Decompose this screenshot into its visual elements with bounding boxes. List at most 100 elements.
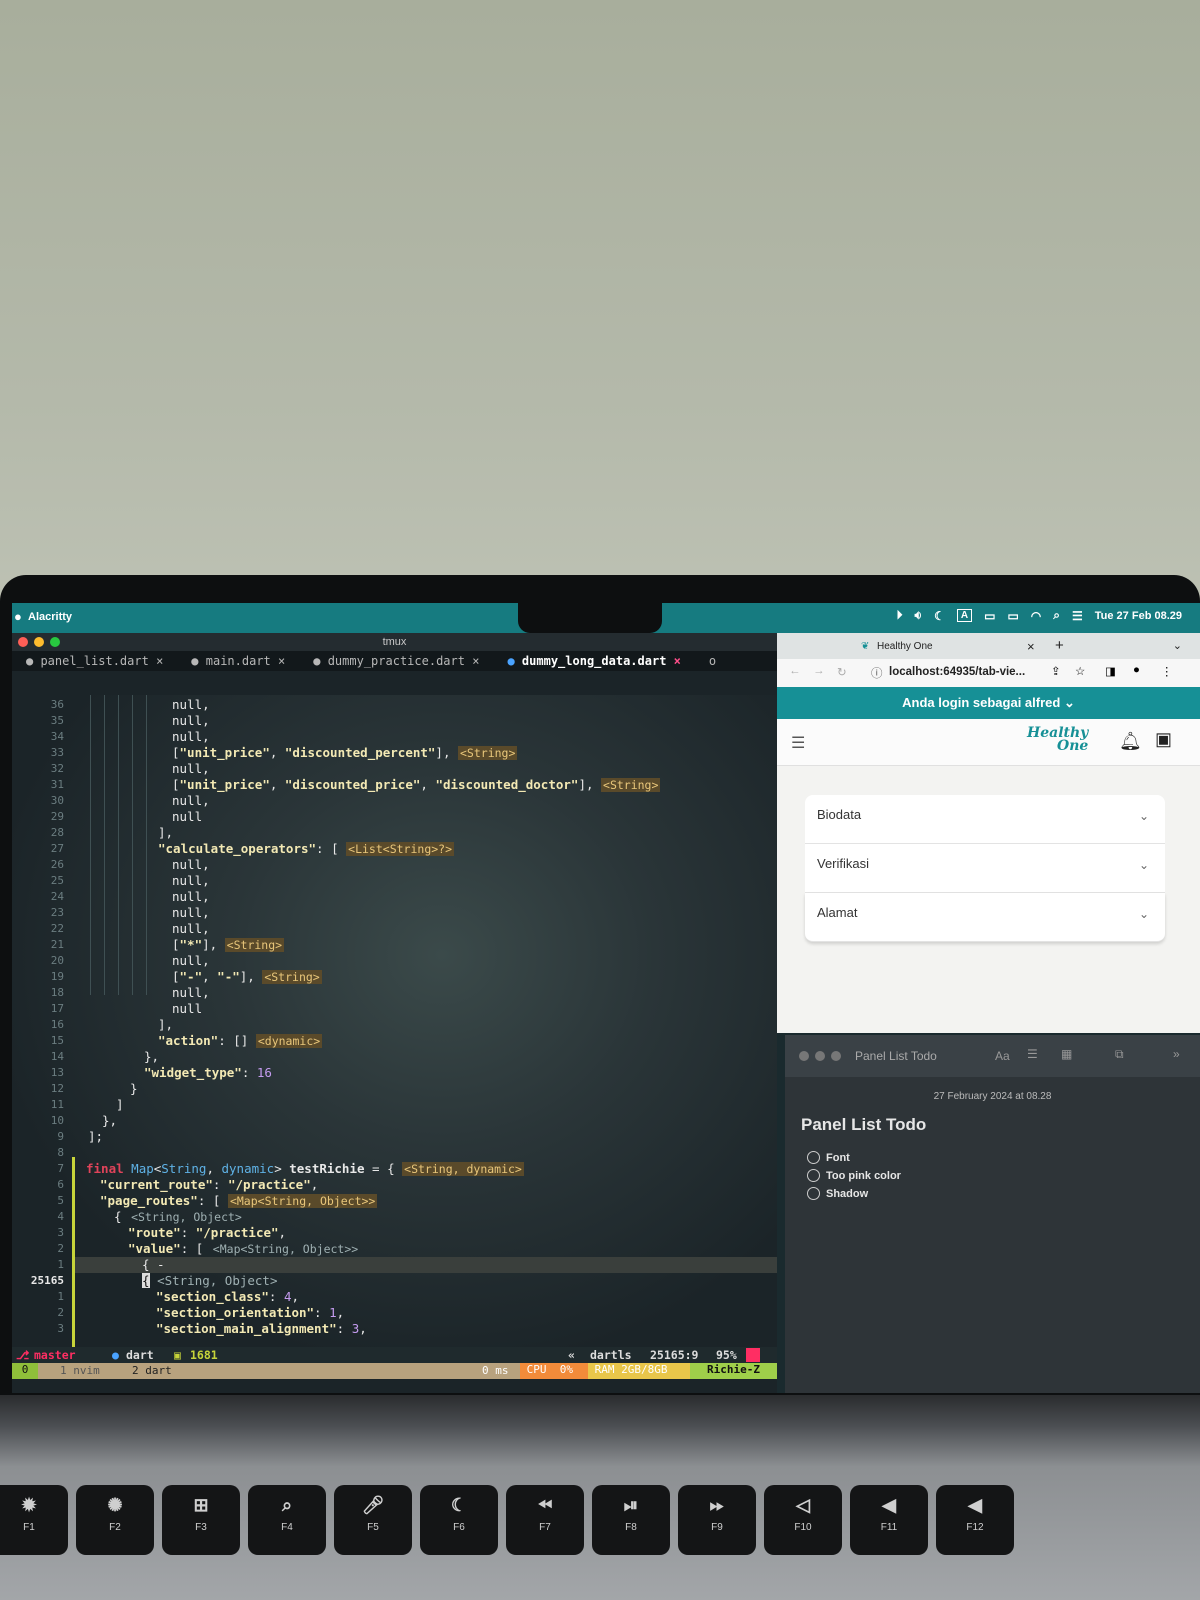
zoom-window-button[interactable] — [50, 637, 60, 647]
todo-item[interactable]: Shadow — [807, 1187, 868, 1200]
todo-item[interactable]: Font — [807, 1151, 850, 1164]
play-icon[interactable]: ⏵ — [897, 608, 903, 623]
moon-icon[interactable]: ☾ — [934, 609, 945, 623]
function-key-f9[interactable]: ⏩︎ F9 — [678, 1485, 756, 1555]
editor-tab[interactable]: ● panel_list.dart × — [12, 654, 177, 668]
function-key-f11[interactable]: ◀ F11 — [850, 1485, 928, 1555]
function-key-label: F10 — [794, 1522, 812, 1533]
function-key-f4[interactable]: ⌕ F4 — [248, 1485, 326, 1555]
checkbox-icon[interactable] — [807, 1187, 820, 1200]
battery-icon[interactable]: ▭ — [1007, 609, 1018, 623]
code-line: null, — [172, 857, 210, 872]
format-text-icon[interactable]: Aa — [995, 1049, 1010, 1063]
close-window-button[interactable] — [799, 1051, 809, 1061]
forward-icon[interactable]: → — [813, 665, 825, 677]
todo-item[interactable]: Too pink color — [807, 1169, 901, 1182]
tmux-session[interactable]: 0 — [12, 1363, 38, 1379]
table-icon[interactable]: ▦ — [1061, 1047, 1072, 1061]
code-line: null, — [172, 985, 210, 1000]
line-number: 5 — [57, 1194, 64, 1207]
close-window-button[interactable] — [18, 637, 28, 647]
tmux-window[interactable]: 1 nvim — [60, 1364, 100, 1377]
reload-icon[interactable]: ↻ — [837, 665, 847, 679]
rewind-icon: ⏪︎ — [537, 1495, 553, 1515]
line-number: 12 — [50, 1082, 64, 1095]
function-key-f3[interactable]: ⊞ F3 — [162, 1485, 240, 1555]
volume-up-icon: ◀ — [968, 1495, 982, 1515]
notes-window: Panel List Todo Aa ☰ ▦ ⧉ » 27 February 2… — [785, 1035, 1200, 1393]
line-number: 25165 — [30, 1274, 64, 1287]
chat-icon[interactable]: ▣ — [1155, 729, 1172, 750]
sidebar-icon[interactable]: ◨ — [1105, 664, 1116, 678]
share-icon[interactable]: ⇪ — [1051, 664, 1061, 678]
laptop-screen: ● Alacritty ⏵ 🔉︎ ☾ A ▭ ▭ ◠ ⌕ ☰ Tue 27 Fe… — [12, 603, 1200, 1393]
accordion-verifikasi[interactable]: Verifikasi ⌄ — [805, 844, 1165, 893]
line-number: 11 — [50, 1098, 64, 1111]
editor-tab[interactable]: ● dummy_practice.dart × — [299, 654, 493, 668]
editor-tab[interactable]: ● main.dart × — [177, 654, 299, 668]
wifi-icon[interactable]: ◠ — [1031, 609, 1041, 623]
display-icon[interactable]: ▭ — [984, 609, 995, 623]
function-key-f6[interactable]: ☾ F6 — [420, 1485, 498, 1555]
browser-tab-title[interactable]: Healthy One — [877, 641, 933, 652]
code-line: { - — [142, 1257, 165, 1272]
site-info-icon[interactable]: ⓘ — [871, 665, 883, 681]
function-key-f1[interactable]: ✹ F1 — [0, 1485, 68, 1555]
code-editor[interactable]: 36 35 34 33 32 31 30 29 28 27 26 25 24 23 22 21 20 19 18 17… — [12, 695, 777, 1347]
mute-icon: ◁ — [796, 1495, 810, 1515]
line-number: 15 — [50, 1034, 64, 1047]
code-line: null, — [172, 793, 210, 808]
hamburger-menu-icon[interactable]: ☰ — [791, 733, 805, 753]
line-number: 31 — [50, 778, 64, 791]
brightness-down-icon: ✹ — [21, 1495, 37, 1515]
code-line: "section_class": 4, — [156, 1289, 300, 1304]
function-key-f5[interactable]: 🎤︎ F5 — [334, 1485, 412, 1555]
url-field[interactable]: localhost:64935/tab-vie... — [889, 666, 1025, 678]
minimize-window-button[interactable] — [34, 637, 44, 647]
close-tab-icon[interactable]: × — [1027, 639, 1035, 654]
new-tab-button[interactable]: + — [1055, 637, 1064, 654]
tmux-window[interactable]: 2 dart — [132, 1364, 172, 1377]
profile-icon[interactable]: ● — [1133, 664, 1140, 676]
share-icon[interactable]: ⧉ — [1115, 1047, 1124, 1062]
note-heading[interactable]: Panel List Todo — [801, 1115, 926, 1135]
chevron-down-icon[interactable]: ⌄ — [1173, 639, 1182, 652]
control-center-icon[interactable]: ☰ — [1072, 609, 1083, 623]
line-number: 29 — [50, 810, 64, 823]
browser-tab-bar: ❦ Healthy One × + ⌄ — [777, 633, 1200, 659]
menu-kebab-icon[interactable]: ⋮ — [1161, 664, 1173, 678]
function-key-f7[interactable]: ⏪︎ F7 — [506, 1485, 584, 1555]
line-number: 3 — [57, 1322, 64, 1335]
editor-tab-active[interactable]: ● dummy_long_data.dart × — [493, 654, 694, 668]
menubar-clock[interactable]: Tue 27 Feb 08.29 — [1095, 610, 1182, 622]
notification-bell-icon[interactable]: 🔔︎ — [1119, 731, 1142, 752]
code-line: }, — [102, 1113, 118, 1128]
accordion-biodata[interactable]: Biodata ⌄ — [805, 795, 1165, 844]
input-source-icon[interactable]: A — [956, 609, 973, 622]
function-key-f8[interactable]: ⏯︎ F8 — [592, 1485, 670, 1555]
healthy-one-logo[interactable]: Healthy One — [1027, 726, 1088, 753]
back-icon[interactable]: ← — [789, 665, 801, 677]
active-app-name[interactable]: Alacritty — [28, 611, 72, 623]
mode-indicator — [746, 1348, 760, 1362]
apple-icon[interactable]: ● — [14, 609, 22, 624]
volume-icon[interactable]: 🔉︎ — [915, 608, 923, 623]
checkbox-icon[interactable] — [807, 1151, 820, 1164]
function-key-label: F11 — [880, 1522, 898, 1533]
function-key-f10[interactable]: ◁ F10 — [764, 1485, 842, 1555]
line-number: 20 — [50, 954, 64, 967]
lsp-name: dartls — [590, 1348, 632, 1362]
function-key-f2[interactable]: ✺ F2 — [76, 1485, 154, 1555]
accordion-alamat[interactable]: Alamat ⌄ — [805, 893, 1165, 942]
line-number: 27 — [50, 842, 64, 855]
search-icon[interactable]: ⌕ — [1053, 608, 1060, 623]
checklist-icon[interactable]: ☰ — [1027, 1047, 1038, 1061]
function-key-f12[interactable]: ◀ F12 — [936, 1485, 1014, 1555]
login-banner[interactable]: Anda login sebagai alfred ⌄ — [777, 687, 1200, 719]
line-number: 19 — [50, 970, 64, 983]
more-icon[interactable]: » — [1173, 1047, 1180, 1061]
zoom-window-button[interactable] — [831, 1051, 841, 1061]
minimize-window-button[interactable] — [815, 1051, 825, 1061]
checkbox-icon[interactable] — [807, 1169, 820, 1182]
bookmark-star-icon[interactable]: ☆ — [1075, 664, 1085, 678]
